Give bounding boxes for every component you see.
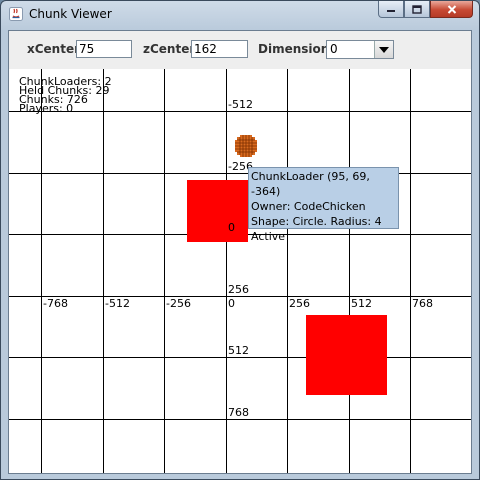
minimize-button[interactable] — [378, 1, 404, 18]
x-tick-label: 256 — [289, 297, 310, 310]
stats-panel: ChunkLoaders: 2 Held Chunks: 29 Chunks: … — [19, 76, 112, 115]
tooltip-position: ChunkLoader (95, 69, -364) — [251, 170, 370, 198]
x-tick-label: 768 — [412, 297, 433, 310]
tooltip-status: Active — [251, 230, 286, 243]
x-tick-label: 0 — [228, 297, 235, 310]
client-area: xCenter 75 zCenter 162 Dimension 0 -768 … — [8, 30, 472, 474]
chunk-viewer-window: Chunk Viewer xCenter 75 zCenter 162 Dime… — [0, 0, 480, 480]
dimension-dropdown-button[interactable] — [374, 41, 393, 58]
window-title: Chunk Viewer — [29, 7, 112, 21]
z-tick-label: -512 — [228, 98, 253, 111]
chunkloader-marker-icon[interactable] — [233, 133, 259, 159]
grid-line — [410, 69, 411, 473]
maximize-button[interactable] — [404, 1, 430, 18]
held-chunk-area[interactable] — [306, 315, 387, 395]
chunkloader-tooltip: ChunkLoader (95, 69, -364) Owner: CodeCh… — [248, 167, 399, 243]
zcenter-label: zCenter — [143, 42, 196, 56]
chunk-map-canvas[interactable]: -768 -512 -256 0 256 512 768 -512 -256 0… — [9, 69, 471, 473]
close-icon — [447, 4, 456, 14]
maximize-icon — [412, 4, 422, 14]
chevron-down-icon — [379, 46, 389, 53]
x-tick-label: -256 — [166, 297, 191, 310]
tooltip-shape: Shape: Circle. Radius: 4 — [251, 215, 382, 228]
tooltip-owner: Owner: CodeChicken — [251, 200, 366, 213]
grid-line — [41, 69, 42, 473]
z-tick-label: 256 — [228, 283, 249, 296]
grid-line — [9, 419, 471, 420]
dimension-label: Dimension — [258, 42, 330, 56]
close-button[interactable] — [430, 1, 473, 18]
grid-line — [226, 69, 227, 473]
toolbar: xCenter 75 zCenter 162 Dimension 0 — [9, 31, 471, 69]
z-tick-label: 768 — [228, 406, 249, 419]
x-tick-label: -768 — [43, 297, 68, 310]
players-count: Players: 0 — [19, 102, 74, 115]
held-chunk-area[interactable] — [187, 180, 248, 242]
zcenter-input[interactable]: 162 — [191, 40, 248, 58]
grid-line — [9, 173, 471, 174]
dimension-value: 0 — [330, 42, 338, 56]
x-tick-label: 512 — [351, 297, 372, 310]
z-tick-label: 0 — [228, 221, 235, 234]
minimize-icon — [387, 10, 395, 12]
grid-line — [9, 357, 471, 358]
java-app-icon — [9, 7, 23, 21]
grid-line — [103, 69, 104, 473]
z-tick-label: 512 — [228, 344, 249, 357]
grid-line — [287, 69, 288, 473]
x-tick-label: -512 — [105, 297, 130, 310]
xcenter-input[interactable]: 75 — [76, 40, 132, 58]
grid-line — [349, 69, 350, 473]
grid-line — [164, 69, 165, 473]
dimension-select[interactable]: 0 — [326, 40, 394, 59]
grid-line — [9, 296, 471, 297]
title-bar[interactable]: Chunk Viewer — [1, 1, 479, 27]
xcenter-label: xCenter — [27, 42, 81, 56]
